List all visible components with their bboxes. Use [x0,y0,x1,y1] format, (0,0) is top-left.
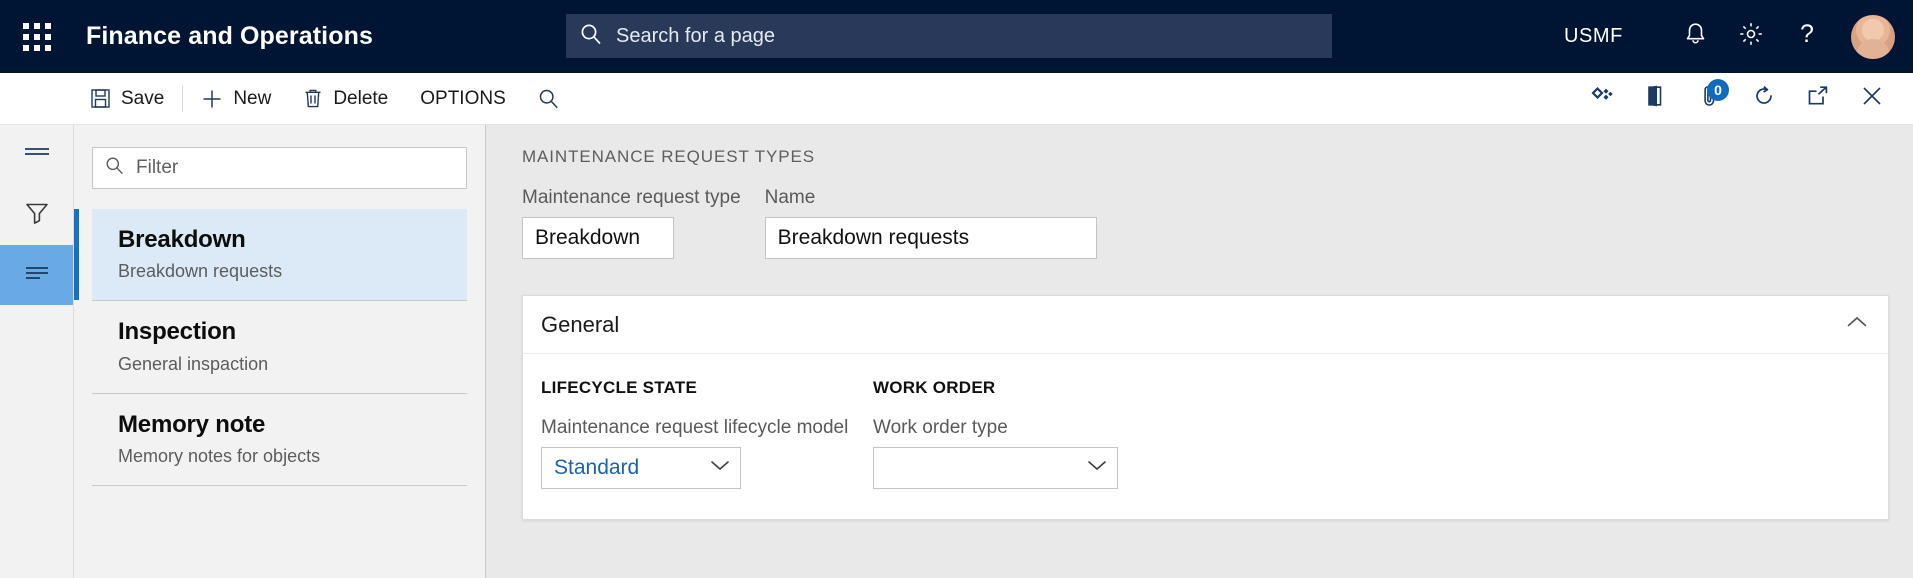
svg-text:?: ? [1800,21,1814,47]
top-bar-right-group: USMF ? [1564,0,1913,73]
work-order-type-label: Work order type [873,417,1008,438]
global-search-box[interactable]: Search for a page [566,14,1332,58]
options-button[interactable]: OPTIONS [404,73,522,124]
navigation-menu-icon [23,143,51,168]
app-launcher-button[interactable] [0,0,74,73]
close-button[interactable] [1845,73,1899,125]
app-title: Finance and Operations [86,22,373,50]
office-export-icon [1645,84,1667,113]
attachments-button[interactable]: 0 [1683,73,1737,125]
request-type-input[interactable]: Breakdown [522,217,674,259]
name-input[interactable]: Breakdown requests [764,217,1097,259]
header-fields: Maintenance request type Breakdown Name … [522,187,1889,259]
left-icon-rail [0,125,74,578]
list-item[interactable]: Memory note Memory notes for objects [92,393,467,486]
work-order-type-dropdown[interactable] [873,447,1118,489]
name-label: Name [764,187,816,208]
office-export-button[interactable] [1629,73,1683,125]
command-bar: Save New Delete OPTIONS 0 [0,73,1913,125]
new-button[interactable]: New [185,73,287,124]
filter-panel-button[interactable] [0,185,73,245]
request-type-label: Maintenance request type [522,187,741,208]
delete-button-label: Delete [333,87,389,109]
name-field: Name Breakdown requests [764,187,1097,259]
lifecycle-model-label: Maintenance request lifecycle model [541,417,849,438]
page-title: MAINTENANCE REQUEST TYPES [522,147,815,166]
list-item-subtitle: Memory notes for objects [118,445,321,466]
refresh-icon [1752,84,1776,113]
close-icon [1860,84,1884,113]
chevron-down-icon [1087,459,1107,477]
work-order-group: WORK ORDER Work order type [873,378,1118,489]
trash-icon [303,88,323,109]
filter-input[interactable]: Filter [92,147,467,189]
company-selector[interactable]: USMF [1564,25,1623,48]
search-icon [580,23,602,50]
filter-funnel-icon [24,200,50,231]
delete-button[interactable]: Delete [287,73,404,124]
list-item-title: Breakdown [118,226,246,253]
maintenance-request-type-list: Breakdown Breakdown requests Inspection … [74,209,467,486]
options-button-label: OPTIONS [420,87,506,109]
navigation-menu-button[interactable] [0,125,73,185]
lifecycle-model-dropdown[interactable]: Standard [541,447,741,489]
global-search-placeholder: Search for a page [616,24,775,47]
settings-button[interactable] [1723,0,1779,73]
list-pane: Filter Breakdown Breakdown requests Insp… [74,125,486,578]
general-fasttab-title: General [541,311,620,337]
list-item-title: Memory note [118,410,266,438]
list-view-button[interactable] [0,245,73,305]
lifecycle-model-value: Standard [554,456,640,479]
chevron-up-icon[interactable] [1846,315,1868,334]
top-navigation-bar: Finance and Operations Search for a page… [0,0,1913,73]
work-order-heading: WORK ORDER [873,378,996,397]
general-fasttab-header[interactable]: General [523,296,1888,354]
list-item-subtitle: General inspaction [118,353,269,374]
new-button-label: New [233,87,272,109]
refresh-button[interactable] [1737,73,1791,125]
app-launcher-icon [23,22,51,51]
command-bar-divider [182,85,184,112]
main-content: MAINTENANCE REQUEST TYPES Maintenance re… [486,125,1913,578]
page-body: Filter Breakdown Breakdown requests Insp… [0,125,1913,578]
list-item-subtitle: Breakdown requests [118,261,283,282]
popout-icon [1806,85,1830,112]
command-bar-left-group: Save New Delete OPTIONS [0,73,575,124]
search-icon [105,156,124,180]
request-type-field: Maintenance request type Breakdown [522,187,741,259]
list-item[interactable]: Breakdown Breakdown requests [74,209,467,302]
save-disk-icon [90,88,111,109]
filter-input-placeholder: Filter [136,157,179,178]
gear-icon [1738,21,1764,52]
save-button[interactable]: Save [74,73,180,124]
related-information-icon [1590,85,1614,112]
lifecycle-state-heading: LIFECYCLE STATE [541,378,698,397]
general-fasttab: General LIFECYCLE STATE Maintenance requ… [522,295,1889,520]
list-item[interactable]: Inspection General inspaction [92,301,467,394]
notifications-button[interactable] [1667,0,1723,73]
general-fasttab-body: LIFECYCLE STATE Maintenance request life… [523,354,1888,519]
attachments-count-badge: 0 [1707,78,1729,101]
save-button-label: Save [121,87,165,109]
plus-icon [201,88,223,110]
question-mark-icon: ? [1795,20,1819,52]
search-icon [538,88,559,109]
list-view-icon [23,262,51,289]
command-bar-right-group: 0 [1575,73,1913,124]
related-information-button[interactable] [1575,73,1629,125]
chevron-down-icon [710,459,730,477]
command-search-button[interactable] [522,73,575,124]
lifecycle-state-group: LIFECYCLE STATE Maintenance request life… [541,378,873,489]
list-item-title: Inspection [118,318,237,346]
avatar[interactable] [1851,14,1895,59]
bell-icon [1684,22,1707,52]
popout-button[interactable] [1791,73,1845,125]
help-button[interactable]: ? [1779,0,1835,73]
